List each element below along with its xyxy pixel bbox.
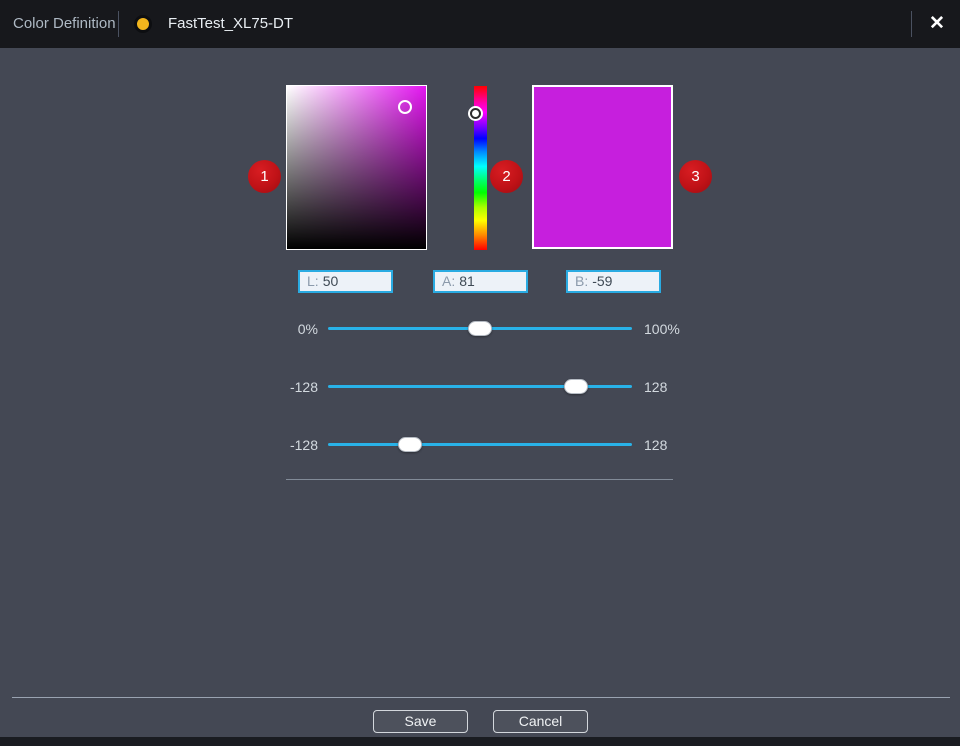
lab-b-field[interactable]: B:-59 [566, 270, 661, 293]
slider-handle[interactable] [398, 437, 422, 452]
titlebar-separator [118, 11, 119, 37]
slider-track[interactable] [328, 443, 632, 446]
step-badge-2: 2 [490, 160, 523, 193]
content-divider [286, 479, 673, 480]
b-slider-max-label: 128 [644, 437, 714, 453]
step-badge-1: 1 [248, 160, 281, 193]
slider-handle[interactable] [468, 321, 492, 336]
titlebar-separator [911, 11, 912, 37]
a-slider-max-label: 128 [644, 379, 714, 395]
l-slider-max-label: 100% [644, 321, 714, 337]
b-slider[interactable] [328, 433, 632, 457]
profile-name: FastTest_XL75-DT [168, 0, 293, 48]
lab-a-value: 81 [459, 273, 475, 289]
color-preview [532, 85, 673, 249]
lab-l-label: L: [307, 273, 319, 289]
close-icon[interactable]: ✕ [922, 10, 952, 38]
step-badge-3: 3 [679, 160, 712, 193]
l-slider[interactable] [328, 317, 632, 341]
b-slider-min-label: -128 [260, 437, 318, 453]
color-definition-dialog: Color Definition FastTest_XL75-DT ✕ 1 2 … [0, 0, 960, 746]
saturation-cursor[interactable] [398, 100, 412, 114]
color-profile-dot-icon [134, 15, 152, 33]
footer-divider [12, 697, 950, 698]
l-slider-min-label: 0% [260, 321, 318, 337]
hue-handle[interactable] [470, 108, 481, 119]
saturation-square[interactable] [286, 85, 427, 250]
lab-a-label: A: [442, 273, 455, 289]
title-bar: Color Definition FastTest_XL75-DT ✕ [0, 0, 960, 48]
lab-b-label: B: [575, 273, 588, 289]
lab-b-value: -59 [592, 273, 612, 289]
save-button[interactable]: Save [373, 710, 468, 733]
lab-l-value: 50 [323, 273, 339, 289]
lab-a-field[interactable]: A:81 [433, 270, 528, 293]
a-slider-min-label: -128 [260, 379, 318, 395]
bottom-bar [0, 737, 960, 746]
slider-handle[interactable] [564, 379, 588, 394]
lab-l-field[interactable]: L:50 [298, 270, 393, 293]
a-slider[interactable] [328, 375, 632, 399]
hue-slider[interactable] [474, 86, 487, 250]
dialog-title: Color Definition [13, 0, 116, 48]
cancel-button[interactable]: Cancel [493, 710, 588, 733]
